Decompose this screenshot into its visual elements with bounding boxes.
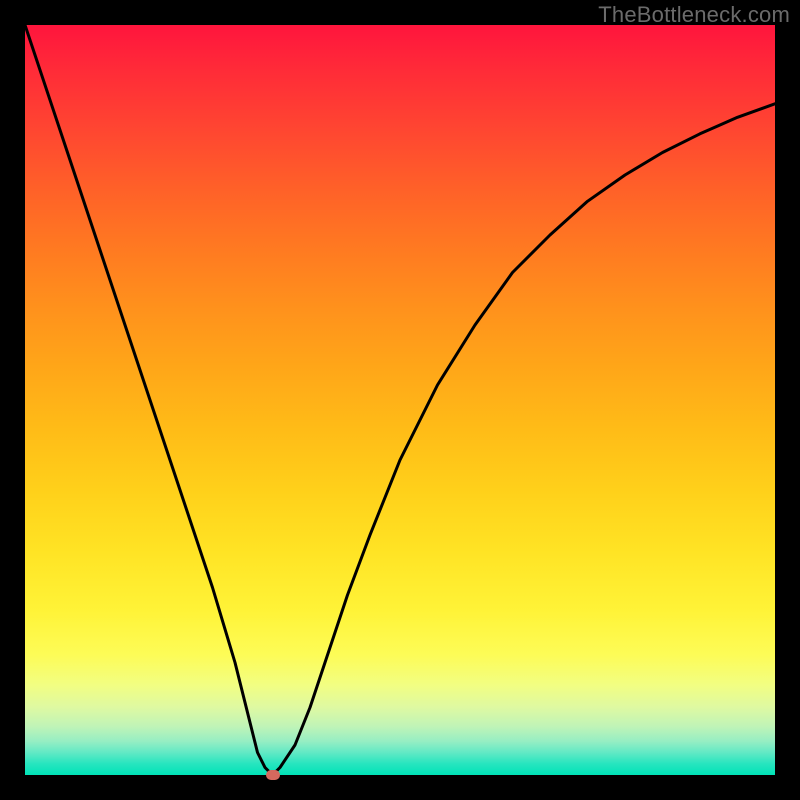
plot-area (25, 25, 775, 775)
bottleneck-curve (25, 25, 775, 775)
chart-frame: TheBottleneck.com (0, 0, 800, 800)
minimum-marker (266, 770, 280, 780)
